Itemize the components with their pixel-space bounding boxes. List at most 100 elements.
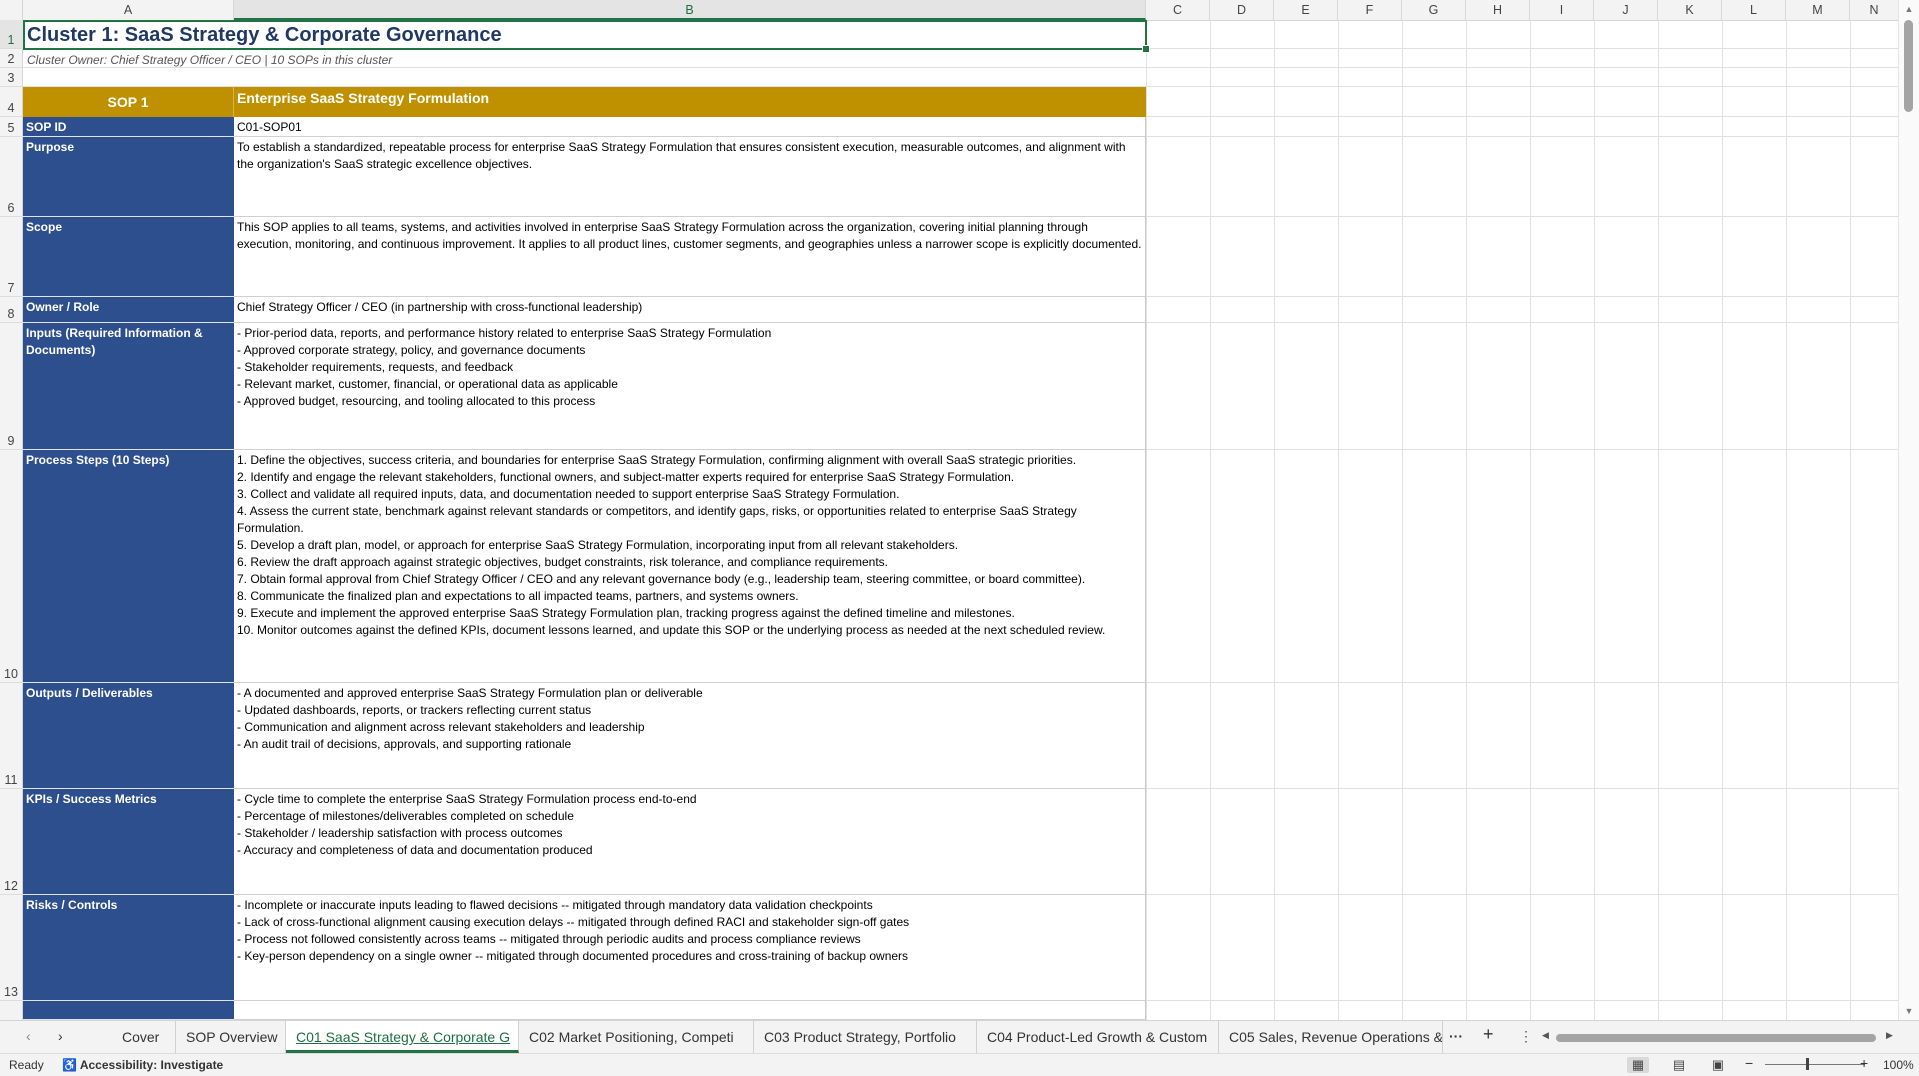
chevron-right-icon[interactable]: ›: [58, 1028, 63, 1044]
row-header-3[interactable]: 3: [0, 68, 23, 87]
value-kpis[interactable]: - Cycle time to complete the enterprise …: [234, 789, 1146, 895]
accessibility-icon: ♿: [62, 1058, 77, 1072]
row-header-7[interactable]: 7: [0, 217, 23, 297]
label-outputs[interactable]: Outputs / Deliverables: [23, 683, 234, 789]
tab-sop-overview[interactable]: SOP Overview: [176, 1021, 286, 1053]
column-header-j[interactable]: J: [1594, 0, 1658, 20]
value-process-steps[interactable]: 1. Define the objectives, success criter…: [234, 450, 1146, 683]
column-header-i[interactable]: I: [1530, 0, 1594, 20]
column-header-b[interactable]: B: [234, 0, 1146, 20]
row-header-9[interactable]: 9: [0, 323, 23, 450]
column-header-h[interactable]: H: [1466, 0, 1530, 20]
value-sop-id[interactable]: C01-SOP01: [234, 117, 1146, 137]
label-next-row-partial[interactable]: [23, 1001, 234, 1020]
gridline: [1850, 20, 1851, 1020]
column-header-a[interactable]: A: [23, 0, 234, 20]
gridline: [1146, 20, 1147, 1020]
cell-grid[interactable]: Cluster 1: SaaS Strategy & Corporate Gov…: [23, 20, 1899, 1020]
value-purpose[interactable]: To establish a standardized, repeatable …: [234, 137, 1146, 217]
ellipsis-icon[interactable]: ···: [1449, 1028, 1463, 1044]
gridline: [1658, 20, 1659, 1020]
zoom-in-icon[interactable]: +: [1860, 1055, 1868, 1071]
value-next-row-partial[interactable]: [234, 1001, 1146, 1020]
gridline: [1210, 20, 1211, 1020]
row-header-13[interactable]: 13: [0, 895, 23, 1001]
tab-c05[interactable]: C05 Sales, Revenue Operations &: [1219, 1021, 1443, 1053]
column-header-m[interactable]: M: [1786, 0, 1850, 20]
column-header-k[interactable]: K: [1658, 0, 1722, 20]
select-all-corner[interactable]: [0, 0, 23, 20]
label-inputs[interactable]: Inputs (Required Information & Documents…: [23, 323, 234, 450]
gridline: [1402, 20, 1403, 1020]
row-header-12[interactable]: 12: [0, 789, 23, 895]
scroll-up-icon[interactable]: ▲: [1899, 4, 1919, 14]
gridline: [1786, 20, 1787, 1020]
zoom-slider-thumb[interactable]: [1806, 1058, 1809, 1070]
row-header-bar: 1 2 3 4 5 6 7 8 9 10 11 12 13: [0, 20, 23, 1020]
gridline: [1594, 20, 1595, 1020]
value-scope[interactable]: This SOP applies to all teams, systems, …: [234, 217, 1146, 297]
tab-cover[interactable]: Cover: [112, 1021, 176, 1053]
tab-c02[interactable]: C02 Market Positioning, Competi: [519, 1021, 754, 1053]
label-risks-controls[interactable]: Risks / Controls: [23, 895, 234, 1001]
row-header-11[interactable]: 11: [0, 683, 23, 789]
value-outputs[interactable]: - A documented and approved enterprise S…: [234, 683, 1146, 789]
row-header-8[interactable]: 8: [0, 297, 23, 323]
page-layout-view-icon[interactable]: ▤: [1668, 1057, 1690, 1073]
horizontal-scrollbar[interactable]: ◀ ▶: [1542, 1030, 1896, 1043]
label-purpose[interactable]: Purpose: [23, 137, 234, 217]
column-header-f[interactable]: F: [1338, 0, 1402, 20]
column-header-n[interactable]: N: [1850, 0, 1899, 20]
label-process-steps[interactable]: Process Steps (10 Steps): [23, 450, 234, 683]
label-sop-id[interactable]: SOP ID: [23, 117, 234, 137]
gridline: [1274, 20, 1275, 1020]
zoom-level[interactable]: 100%: [1883, 1058, 1914, 1072]
tab-c01[interactable]: C01 SaaS Strategy & Corporate G: [286, 1021, 519, 1053]
status-bar: Ready ♿ Accessibility: Investigate ▦ ▤ ▣…: [0, 1053, 1919, 1076]
scroll-right-icon[interactable]: ▶: [1886, 1030, 1893, 1041]
normal-view-icon[interactable]: ▦: [1627, 1057, 1649, 1073]
row-header-5[interactable]: 5: [0, 117, 23, 137]
label-kpis[interactable]: KPIs / Success Metrics: [23, 789, 234, 895]
gridline: [1530, 20, 1531, 1020]
row-header-6[interactable]: 6: [0, 137, 23, 217]
zoom-slider-track[interactable]: [1765, 1064, 1865, 1065]
column-header-g[interactable]: G: [1402, 0, 1466, 20]
zoom-out-icon[interactable]: −: [1745, 1055, 1753, 1071]
plus-icon[interactable]: +: [1483, 1024, 1494, 1045]
vertical-scrollbar[interactable]: ▲ ▼: [1898, 0, 1919, 1020]
tab-c03[interactable]: C03 Product Strategy, Portfolio: [754, 1021, 977, 1053]
value-inputs[interactable]: - Prior-period data, reports, and perfor…: [234, 323, 1146, 450]
ready-status: Ready: [9, 1058, 44, 1072]
row-header-4[interactable]: 4: [0, 87, 23, 117]
label-scope[interactable]: Scope: [23, 217, 234, 297]
tab-c04[interactable]: C04 Product-Led Growth & Custom: [977, 1021, 1219, 1053]
column-header-e[interactable]: E: [1274, 0, 1338, 20]
sheet-title[interactable]: Cluster 1: SaaS Strategy & Corporate Gov…: [23, 20, 1146, 49]
row-header-2[interactable]: 2: [0, 49, 23, 68]
accessibility-label: Accessibility: Investigate: [79, 1058, 224, 1072]
column-header-c[interactable]: C: [1146, 0, 1210, 20]
accessibility-status[interactable]: ♿ Accessibility: Investigate: [62, 1058, 223, 1072]
gridline: [1466, 20, 1467, 1020]
horizontal-scroll-thumb[interactable]: [1556, 1034, 1876, 1042]
value-owner-role[interactable]: Chief Strategy Officer / CEO (in partner…: [234, 297, 1146, 323]
vertical-scroll-thumb[interactable]: [1904, 20, 1913, 112]
cluster-subtitle[interactable]: Cluster Owner: Chief Strategy Officer / …: [23, 49, 1146, 68]
row-header-1[interactable]: 1: [0, 20, 23, 49]
scroll-left-icon[interactable]: ◀: [1542, 1030, 1549, 1041]
scroll-down-icon[interactable]: ▼: [1899, 1006, 1919, 1016]
column-header-l[interactable]: L: [1722, 0, 1786, 20]
row-header-10[interactable]: 10: [0, 450, 23, 683]
label-owner-role[interactable]: Owner / Role: [23, 297, 234, 323]
vertical-dots-icon[interactable]: ⋮: [1519, 1028, 1533, 1045]
sop-label-cell[interactable]: SOP 1: [23, 87, 234, 117]
sop-name-cell[interactable]: Enterprise SaaS Strategy Formulation: [234, 87, 1146, 117]
sheet-tab-bar: ‹ › Cover SOP Overview C01 SaaS Strategy…: [0, 1020, 1919, 1054]
gridline: [1722, 20, 1723, 1020]
column-header-d[interactable]: D: [1210, 0, 1274, 20]
page-break-preview-icon[interactable]: ▣: [1707, 1057, 1729, 1073]
value-risks-controls[interactable]: - Incomplete or inaccurate inputs leadin…: [234, 895, 1146, 1001]
gridline: [1338, 20, 1339, 1020]
chevron-left-icon[interactable]: ‹: [26, 1028, 31, 1044]
